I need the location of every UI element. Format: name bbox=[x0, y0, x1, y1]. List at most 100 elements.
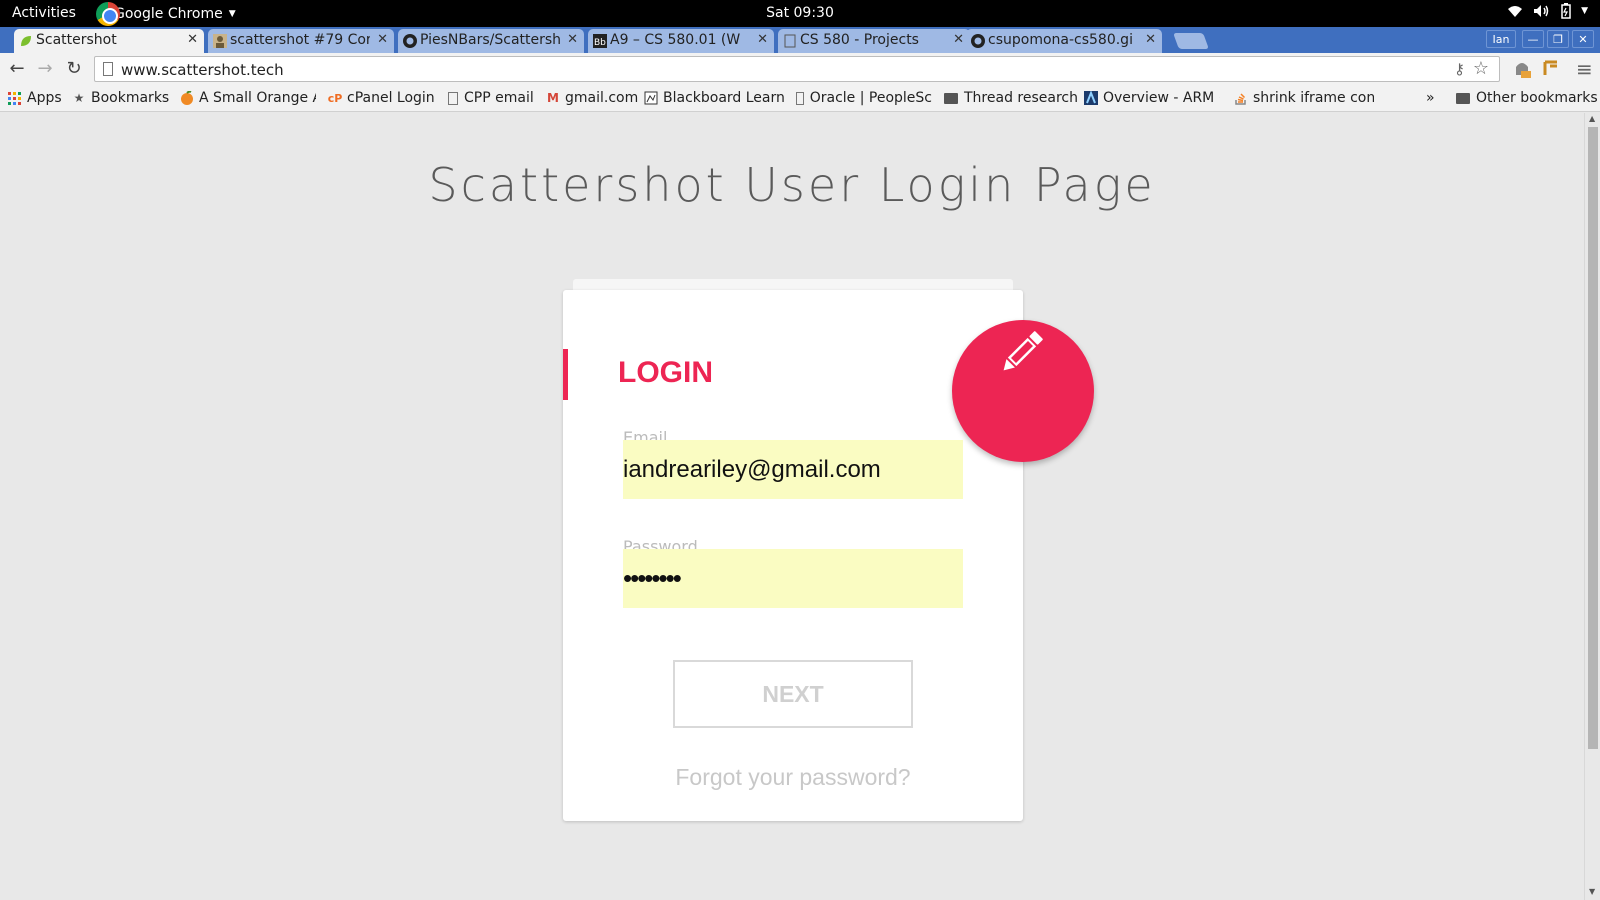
system-tray[interactable]: ▼ bbox=[1507, 3, 1588, 19]
app-menu-caret-icon: ▼ bbox=[228, 8, 236, 19]
forward-arrow-icon[interactable]: → bbox=[34, 58, 56, 80]
scroll-thumb[interactable] bbox=[1588, 127, 1598, 749]
bookmark-label: CPP email bbox=[464, 90, 534, 106]
tab-scattershot-79[interactable]: scattershot #79 Cor ✕ bbox=[208, 29, 394, 53]
volume-icon bbox=[1534, 5, 1549, 17]
bookmark-label: Blackboard Learn bbox=[663, 90, 785, 106]
extension-icon[interactable] bbox=[1512, 59, 1532, 83]
bookmark-other[interactable]: Other bookmarks bbox=[1456, 90, 1598, 106]
avatar-icon bbox=[213, 34, 227, 48]
system-top-bar: Activities Google Chrome ▼ Sat 09:30 ▼ bbox=[0, 0, 1600, 27]
arm-icon bbox=[1084, 91, 1098, 105]
tab-close-icon[interactable]: ✕ bbox=[1145, 32, 1156, 47]
tab-title: CS 580 - Projects bbox=[800, 32, 919, 48]
chrome-logo-icon bbox=[96, 1, 120, 26]
browser-toolbar: ← → ↻ www.scattershot.tech ⚷ ☆ ≡ bbox=[0, 53, 1600, 86]
github-icon bbox=[971, 34, 985, 48]
bookmark-label: gmail.com bbox=[565, 90, 639, 106]
tab-cs580-projects[interactable]: CS 580 - Projects ✕ bbox=[778, 29, 970, 53]
password-field[interactable] bbox=[623, 549, 963, 608]
reload-icon[interactable]: ↻ bbox=[63, 58, 85, 80]
bookmarks-bar: Apps ★ Bookmarks A Small Orange A cP cPa… bbox=[0, 86, 1600, 112]
folder-icon bbox=[1456, 92, 1470, 104]
stackoverflow-icon bbox=[1234, 91, 1248, 105]
next-button[interactable]: NEXT bbox=[673, 660, 913, 728]
tab-close-icon[interactable]: ✕ bbox=[377, 32, 388, 47]
tab-piesnbars[interactable]: PiesNBars/Scattersh ✕ bbox=[398, 29, 584, 53]
page-icon bbox=[796, 91, 804, 105]
bookmark-cpp-email[interactable]: CPP email bbox=[448, 90, 534, 106]
bookmark-blackboard[interactable]: Blackboard Learn bbox=[644, 90, 785, 106]
bookmark-overview-arm[interactable]: Overview - ARM ( bbox=[1084, 90, 1220, 106]
bookmark-label: Oracle | PeopleSc bbox=[809, 90, 932, 106]
app-menu[interactable]: Google Chrome ▼ bbox=[96, 0, 236, 27]
clock[interactable]: Sat 09:30 bbox=[0, 5, 1600, 21]
svg-text:Bb: Bb bbox=[594, 38, 606, 48]
star-icon: ★ bbox=[73, 91, 85, 105]
blackboard-icon bbox=[644, 91, 658, 105]
bookmark-label: Other bookmarks bbox=[1476, 90, 1598, 106]
bookmark-label: Bookmarks bbox=[91, 90, 170, 106]
new-tab-button[interactable] bbox=[1173, 33, 1209, 49]
page-info-icon[interactable] bbox=[103, 62, 113, 76]
scroll-up-icon[interactable]: ▲ bbox=[1589, 114, 1595, 123]
minimize-icon[interactable]: — bbox=[1522, 30, 1544, 48]
bookmark-a-small-orange[interactable]: A Small Orange A bbox=[180, 90, 316, 106]
vertical-scrollbar[interactable]: ▲ ▼ bbox=[1584, 113, 1600, 900]
bookmark-apps[interactable]: Apps bbox=[8, 90, 62, 106]
tab-close-icon[interactable]: ✕ bbox=[187, 32, 198, 47]
scroll-down-icon[interactable]: ▼ bbox=[1589, 887, 1595, 896]
key-icon[interactable]: ⚷ bbox=[1454, 60, 1465, 78]
pencil-icon bbox=[1003, 331, 1043, 371]
blackboard-icon: Bb bbox=[593, 34, 607, 48]
cpanel-icon: cP bbox=[328, 91, 343, 105]
bookmark-oracle-peoplesoft[interactable]: Oracle | PeopleSc bbox=[796, 90, 932, 106]
page-title: Scattershot User Login Page bbox=[428, 158, 1156, 212]
leaf-icon bbox=[19, 34, 33, 48]
login-heading: LOGIN bbox=[618, 356, 713, 389]
tab-a9-cs580[interactable]: Bb A9 – CS 580.01 (W ✕ bbox=[588, 29, 774, 53]
back-arrow-icon[interactable]: ← bbox=[6, 58, 28, 80]
bookmark-star-icon[interactable]: ☆ bbox=[1473, 58, 1489, 79]
menu-icon[interactable]: ≡ bbox=[1576, 57, 1593, 81]
window-close-icon[interactable]: ✕ bbox=[1572, 30, 1594, 48]
tab-close-icon[interactable]: ✕ bbox=[567, 32, 578, 47]
email-field[interactable] bbox=[623, 440, 963, 499]
app-menu-label: Google Chrome bbox=[114, 5, 223, 22]
tab-title: PiesNBars/Scattersh bbox=[420, 32, 560, 48]
accent-bar bbox=[563, 349, 568, 400]
bookmark-cpanel[interactable]: cP cPanel Login bbox=[328, 90, 435, 106]
edit-fab-button[interactable] bbox=[952, 320, 1094, 462]
tab-scattershot[interactable]: Scattershot ✕ bbox=[14, 29, 204, 53]
bookmark-thread-research[interactable]: Thread research bbox=[944, 90, 1078, 106]
bookmark-bookmarks[interactable]: ★ Bookmarks bbox=[72, 90, 170, 106]
profile-button[interactable]: Ian bbox=[1486, 30, 1516, 48]
battery-icon bbox=[1561, 3, 1571, 19]
tab-title: csupomona-cs580.gi bbox=[988, 32, 1133, 48]
page-icon bbox=[448, 91, 458, 105]
github-icon bbox=[403, 34, 417, 48]
tab-close-icon[interactable]: ✕ bbox=[953, 32, 964, 47]
system-menu-caret-icon: ▼ bbox=[1581, 6, 1588, 16]
bookmark-label: Apps bbox=[27, 90, 62, 106]
tab-close-icon[interactable]: ✕ bbox=[757, 32, 768, 47]
bookmark-label: cPanel Login bbox=[347, 90, 435, 106]
url-text[interactable]: www.scattershot.tech bbox=[121, 61, 284, 79]
bookmark-label: A Small Orange A bbox=[199, 90, 316, 106]
restore-icon[interactable]: ❐ bbox=[1547, 30, 1569, 48]
bookmarks-overflow-button[interactable]: » bbox=[1426, 90, 1435, 106]
gmail-icon: M bbox=[547, 91, 559, 105]
tag-extension-icon[interactable] bbox=[1542, 59, 1560, 81]
tab-title: A9 – CS 580.01 (W bbox=[610, 32, 741, 48]
wifi-icon bbox=[1508, 6, 1523, 17]
bookmark-shrink-iframe[interactable]: shrink iframe cont bbox=[1234, 90, 1374, 106]
tab-title: scattershot #79 Cor bbox=[230, 32, 370, 48]
bookmark-label: Thread research bbox=[964, 90, 1078, 106]
address-bar[interactable]: www.scattershot.tech ⚷ ☆ bbox=[94, 56, 1500, 82]
bookmark-gmail[interactable]: M gmail.com bbox=[546, 90, 638, 106]
tab-strip: Scattershot ✕ scattershot #79 Cor ✕ Pies… bbox=[0, 27, 1600, 53]
activities-button[interactable]: Activities bbox=[12, 5, 76, 21]
apps-grid-icon bbox=[8, 91, 21, 105]
forgot-password-link[interactable]: Forgot your password? bbox=[563, 764, 1023, 791]
tab-csupomona[interactable]: csupomona-cs580.gi ✕ bbox=[966, 29, 1162, 53]
